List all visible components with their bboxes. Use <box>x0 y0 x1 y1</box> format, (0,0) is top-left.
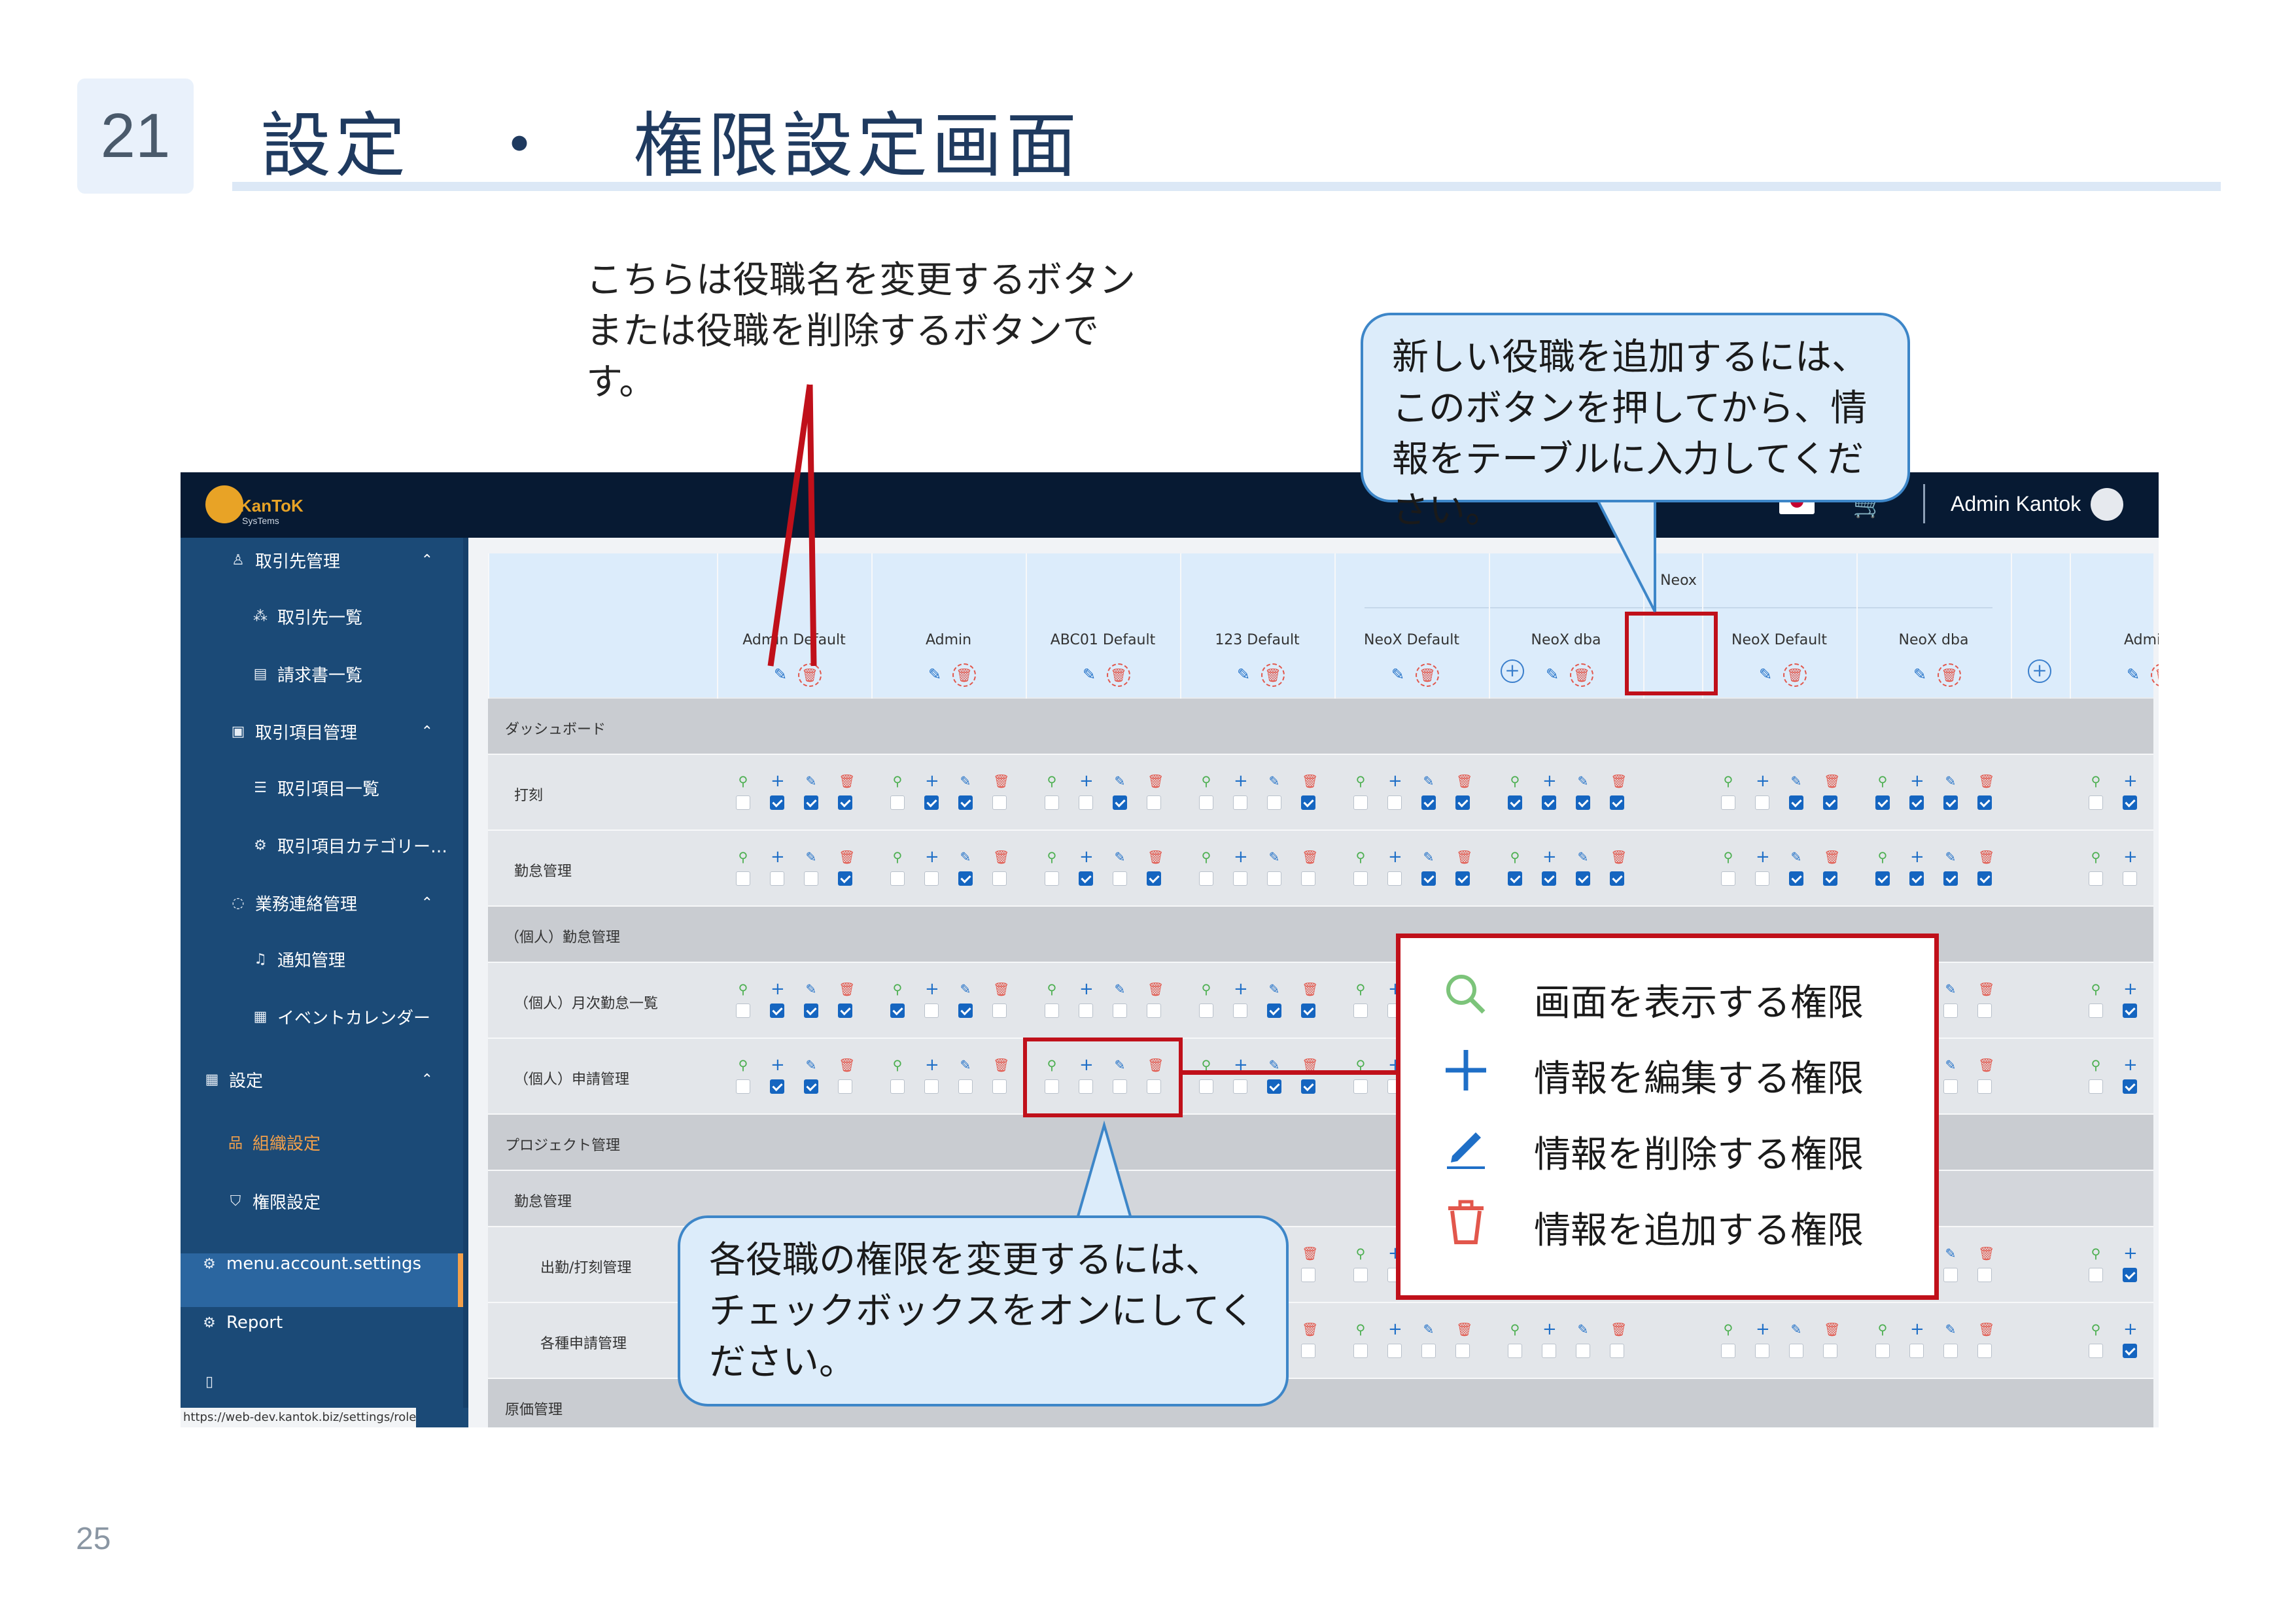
legend-edit: 情報を削除する権限 <box>1440 1125 1864 1178</box>
pointer-to-delete-icon <box>807 384 817 667</box>
callout-tail-bottom <box>1075 1120 1134 1222</box>
pencil-icon <box>1440 1123 1492 1179</box>
permission-legend: 画面を表示する権限 情報を編集する権限 情報を削除する権限 情報を追加する権限 <box>1396 934 1939 1300</box>
trash-icon <box>1440 1199 1492 1255</box>
legend-view: 画面を表示する権限 <box>1440 973 1864 1026</box>
legend-delete: 情報を追加する権限 <box>1440 1199 1864 1255</box>
pointer-to-edit-icon <box>767 384 813 667</box>
search-icon <box>1440 971 1492 1028</box>
add-role-callout: 新しい役職を追加するには、このボタンを押してから、情報をテーブルに入力してくださ… <box>1361 313 1910 532</box>
plus-icon <box>1440 1047 1492 1104</box>
callout-tail-top <box>1593 496 1656 612</box>
checkbox-callout: 各役職の権限を変更するには、チェックボックスをオンにしてください。 <box>678 1215 1289 1406</box>
legend-add: 情報を編集する権限 <box>1440 1049 1864 1102</box>
